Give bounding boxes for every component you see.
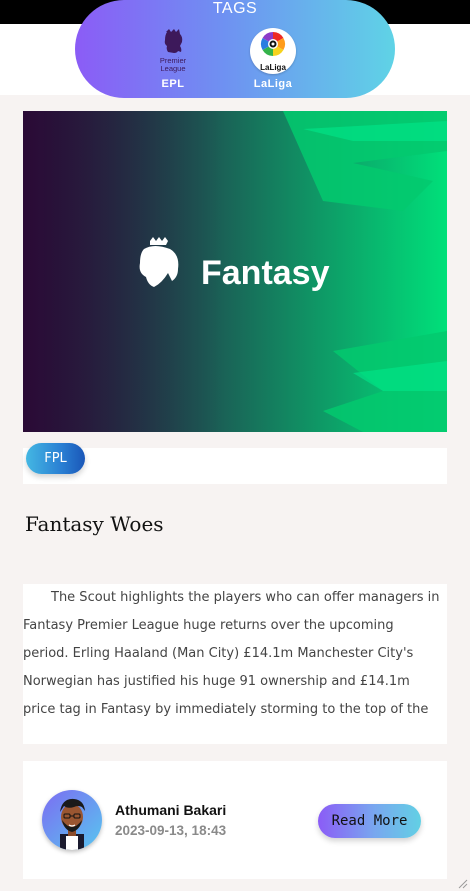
avatar <box>42 790 102 850</box>
tag-row <box>23 448 447 484</box>
author-card: Athumani Bakari 2023-09-13, 18:43 Read M… <box>23 761 447 879</box>
tag-epl-label: EPL <box>161 78 185 90</box>
avatar-illustration <box>60 798 85 850</box>
tag-chip-fpl[interactable]: FPL <box>26 443 85 474</box>
hero-wordmark: Fantasy <box>201 254 330 292</box>
article-excerpt: The Scout highlights the players who can… <box>23 590 440 717</box>
premier-league-icon: Premier League <box>150 28 196 74</box>
tags-panel: TAGS Premier League EPL LaLiga LaLiga <box>75 0 395 98</box>
post-date: 2023-09-13, 18:43 <box>115 823 227 838</box>
tags-title: TAGS <box>212 0 258 17</box>
tag-epl[interactable]: Premier League EPL <box>143 28 203 90</box>
hero-image: Fantasy <box>23 111 447 432</box>
laliga-icon: LaLiga <box>250 28 296 74</box>
read-more-button[interactable]: Read More <box>318 804 421 838</box>
resize-handle-icon[interactable] <box>458 879 468 889</box>
tag-laliga[interactable]: LaLiga LaLiga <box>243 28 303 90</box>
author-name: Athumani Bakari <box>115 802 227 818</box>
epl-logo-text-2: League <box>160 64 185 73</box>
laliga-logo-text: LaLiga <box>260 63 286 72</box>
tag-laliga-label: LaLiga <box>253 78 293 90</box>
article-title: Fantasy Woes <box>25 512 164 536</box>
